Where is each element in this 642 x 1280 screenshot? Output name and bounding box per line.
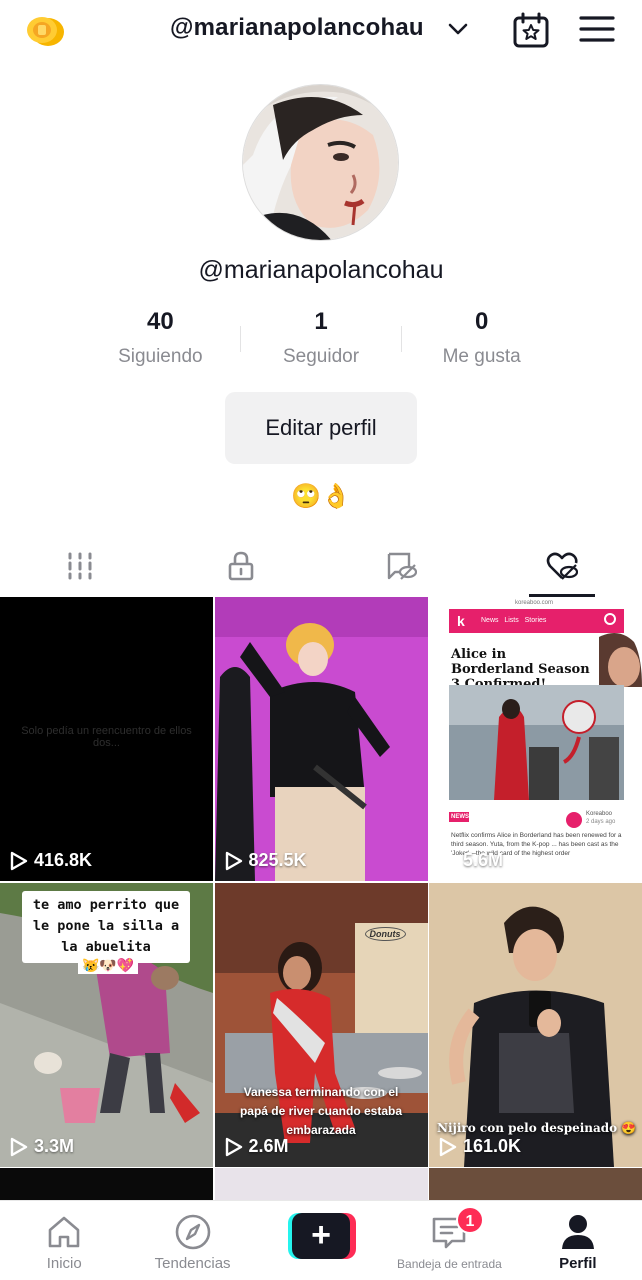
video-thumbnail-partial[interactable] <box>0 1168 213 1200</box>
video-thumbnail[interactable]: 825.5K <box>214 597 428 881</box>
nav-label: Perfil <box>559 1255 597 1272</box>
video-thumbnail[interactable]: Nijiro con pelo despeinado 😍 161.0K <box>429 883 642 1167</box>
video-caption: Solo pedía un reencuentro de ellos dos..… <box>21 725 192 749</box>
view-count-value: 2.6M <box>248 1136 289 1156</box>
coins-icon[interactable] <box>24 14 66 48</box>
tab-videos[interactable] <box>0 540 161 597</box>
stat-label: Siguiendo <box>118 346 203 367</box>
view-count-value: 825.5K <box>248 850 307 870</box>
video-thumbnail[interactable]: Donuts Vanessa terminando con el papá de… <box>214 883 428 1167</box>
video-thumbnail[interactable]: koreaboo.com k News Lists Stories Alice … <box>429 597 642 881</box>
profile-icon <box>561 1215 594 1249</box>
home-icon <box>48 1216 80 1248</box>
stat-likes[interactable]: 0 Me gusta <box>401 308 562 374</box>
tab-liked[interactable] <box>482 540 642 597</box>
hamburger-menu-icon[interactable] <box>578 14 616 44</box>
video-caption: te amo perrito que le pone la silla a la… <box>32 897 180 955</box>
video-grid: Solo pedía un reencuentro de ellos dos..… <box>0 597 642 1167</box>
profile-bio: 🙄👌 <box>291 483 351 510</box>
stat-value: 0 <box>475 308 489 335</box>
view-count-value: 416.8K <box>34 850 93 870</box>
play-icon <box>225 1137 242 1156</box>
view-count: 5.6M <box>439 850 503 871</box>
play-icon <box>10 851 28 870</box>
view-count: 3.3M <box>10 1136 74 1157</box>
profile-stats: 40 Siguiendo 1 Seguidor 0 Me gusta <box>80 308 562 374</box>
profile-tabs <box>0 540 642 597</box>
thumbnail-illustration <box>214 597 428 881</box>
source-time: 2 days ago <box>586 819 616 825</box>
stat-label: Seguidor <box>282 346 360 367</box>
liked-hidden-icon <box>546 552 578 580</box>
create-plus-label: + <box>292 1213 351 1259</box>
view-count: 416.8K <box>10 850 92 871</box>
view-count-value: 5.6M <box>463 850 504 870</box>
nav-label: Tendencias <box>154 1255 231 1272</box>
stat-divider <box>401 326 402 352</box>
nav-inbox[interactable]: Bandeja de entrada <box>385 1201 513 1280</box>
view-count-value: 3.3M <box>34 1136 75 1156</box>
tag-hidden-icon <box>388 552 418 580</box>
stat-value: 40 <box>146 308 174 335</box>
account-switcher-username[interactable]: @marianapolancohau <box>170 14 424 42</box>
avatar-illustration <box>243 85 398 240</box>
play-icon <box>225 851 242 870</box>
shop-sign: Donuts <box>364 927 406 941</box>
play-icon <box>439 851 457 870</box>
caption-emojis: 😿🐶💖 <box>78 957 139 974</box>
view-count: 161.0K <box>439 1136 521 1157</box>
view-count: 825.5K <box>225 850 307 871</box>
nav-label: Bandeja de entrada <box>397 1257 502 1271</box>
top-bar: @marianapolancohau <box>0 0 642 62</box>
video-thumbnail[interactable]: Solo pedía un reencuentro de ellos dos..… <box>0 597 213 881</box>
lock-icon <box>228 551 254 581</box>
compass-icon <box>175 1214 210 1250</box>
tab-private[interactable] <box>161 540 322 597</box>
video-thumbnail-partial[interactable] <box>214 1168 428 1200</box>
chevron-down-icon[interactable] <box>447 18 469 40</box>
tab-tagged[interactable] <box>321 540 482 597</box>
grid-icon <box>68 552 92 580</box>
stat-label: Me gusta <box>442 346 521 367</box>
nav-label: Inicio <box>46 1255 82 1272</box>
play-icon <box>10 1137 28 1156</box>
source-name: Koreaboo <box>586 811 613 817</box>
stat-divider <box>240 326 241 352</box>
stat-following[interactable]: 40 Siguiendo <box>80 308 241 374</box>
nav-create[interactable]: + <box>257 1201 385 1280</box>
profile-handle: @marianapolancohau <box>198 256 444 284</box>
inbox-badge: 1 <box>456 1206 484 1234</box>
bottom-navigation: Inicio Tendencias + Bandeja de entrada P… <box>0 1200 642 1280</box>
calendar-star-icon[interactable] <box>512 12 550 48</box>
nav-discover[interactable]: Tendencias <box>128 1201 256 1280</box>
edit-profile-button[interactable]: Editar perfil <box>225 392 417 464</box>
view-count: 2.6M <box>225 1136 289 1157</box>
news-tag: NEWS <box>451 814 469 820</box>
view-count-value: 161.0K <box>463 1136 522 1156</box>
nav-home[interactable]: Inicio <box>0 1201 128 1280</box>
stat-value: 1 <box>314 308 328 335</box>
video-thumbnail[interactable]: te amo perrito que le pone la silla a la… <box>0 883 213 1167</box>
avatar[interactable] <box>242 84 399 241</box>
video-thumbnail-partial[interactable] <box>429 1168 642 1200</box>
create-plus-icon: + <box>288 1213 357 1259</box>
play-icon <box>439 1137 457 1156</box>
video-caption: Vanessa terminando con el papá de river … <box>239 1085 403 1137</box>
video-caption: Nijiro con pelo despeinado 😍 <box>437 1121 637 1135</box>
nav-profile[interactable]: Perfil <box>514 1201 642 1280</box>
stat-followers[interactable]: 1 Seguidor <box>241 308 402 374</box>
video-grid-next-row <box>0 1168 642 1200</box>
